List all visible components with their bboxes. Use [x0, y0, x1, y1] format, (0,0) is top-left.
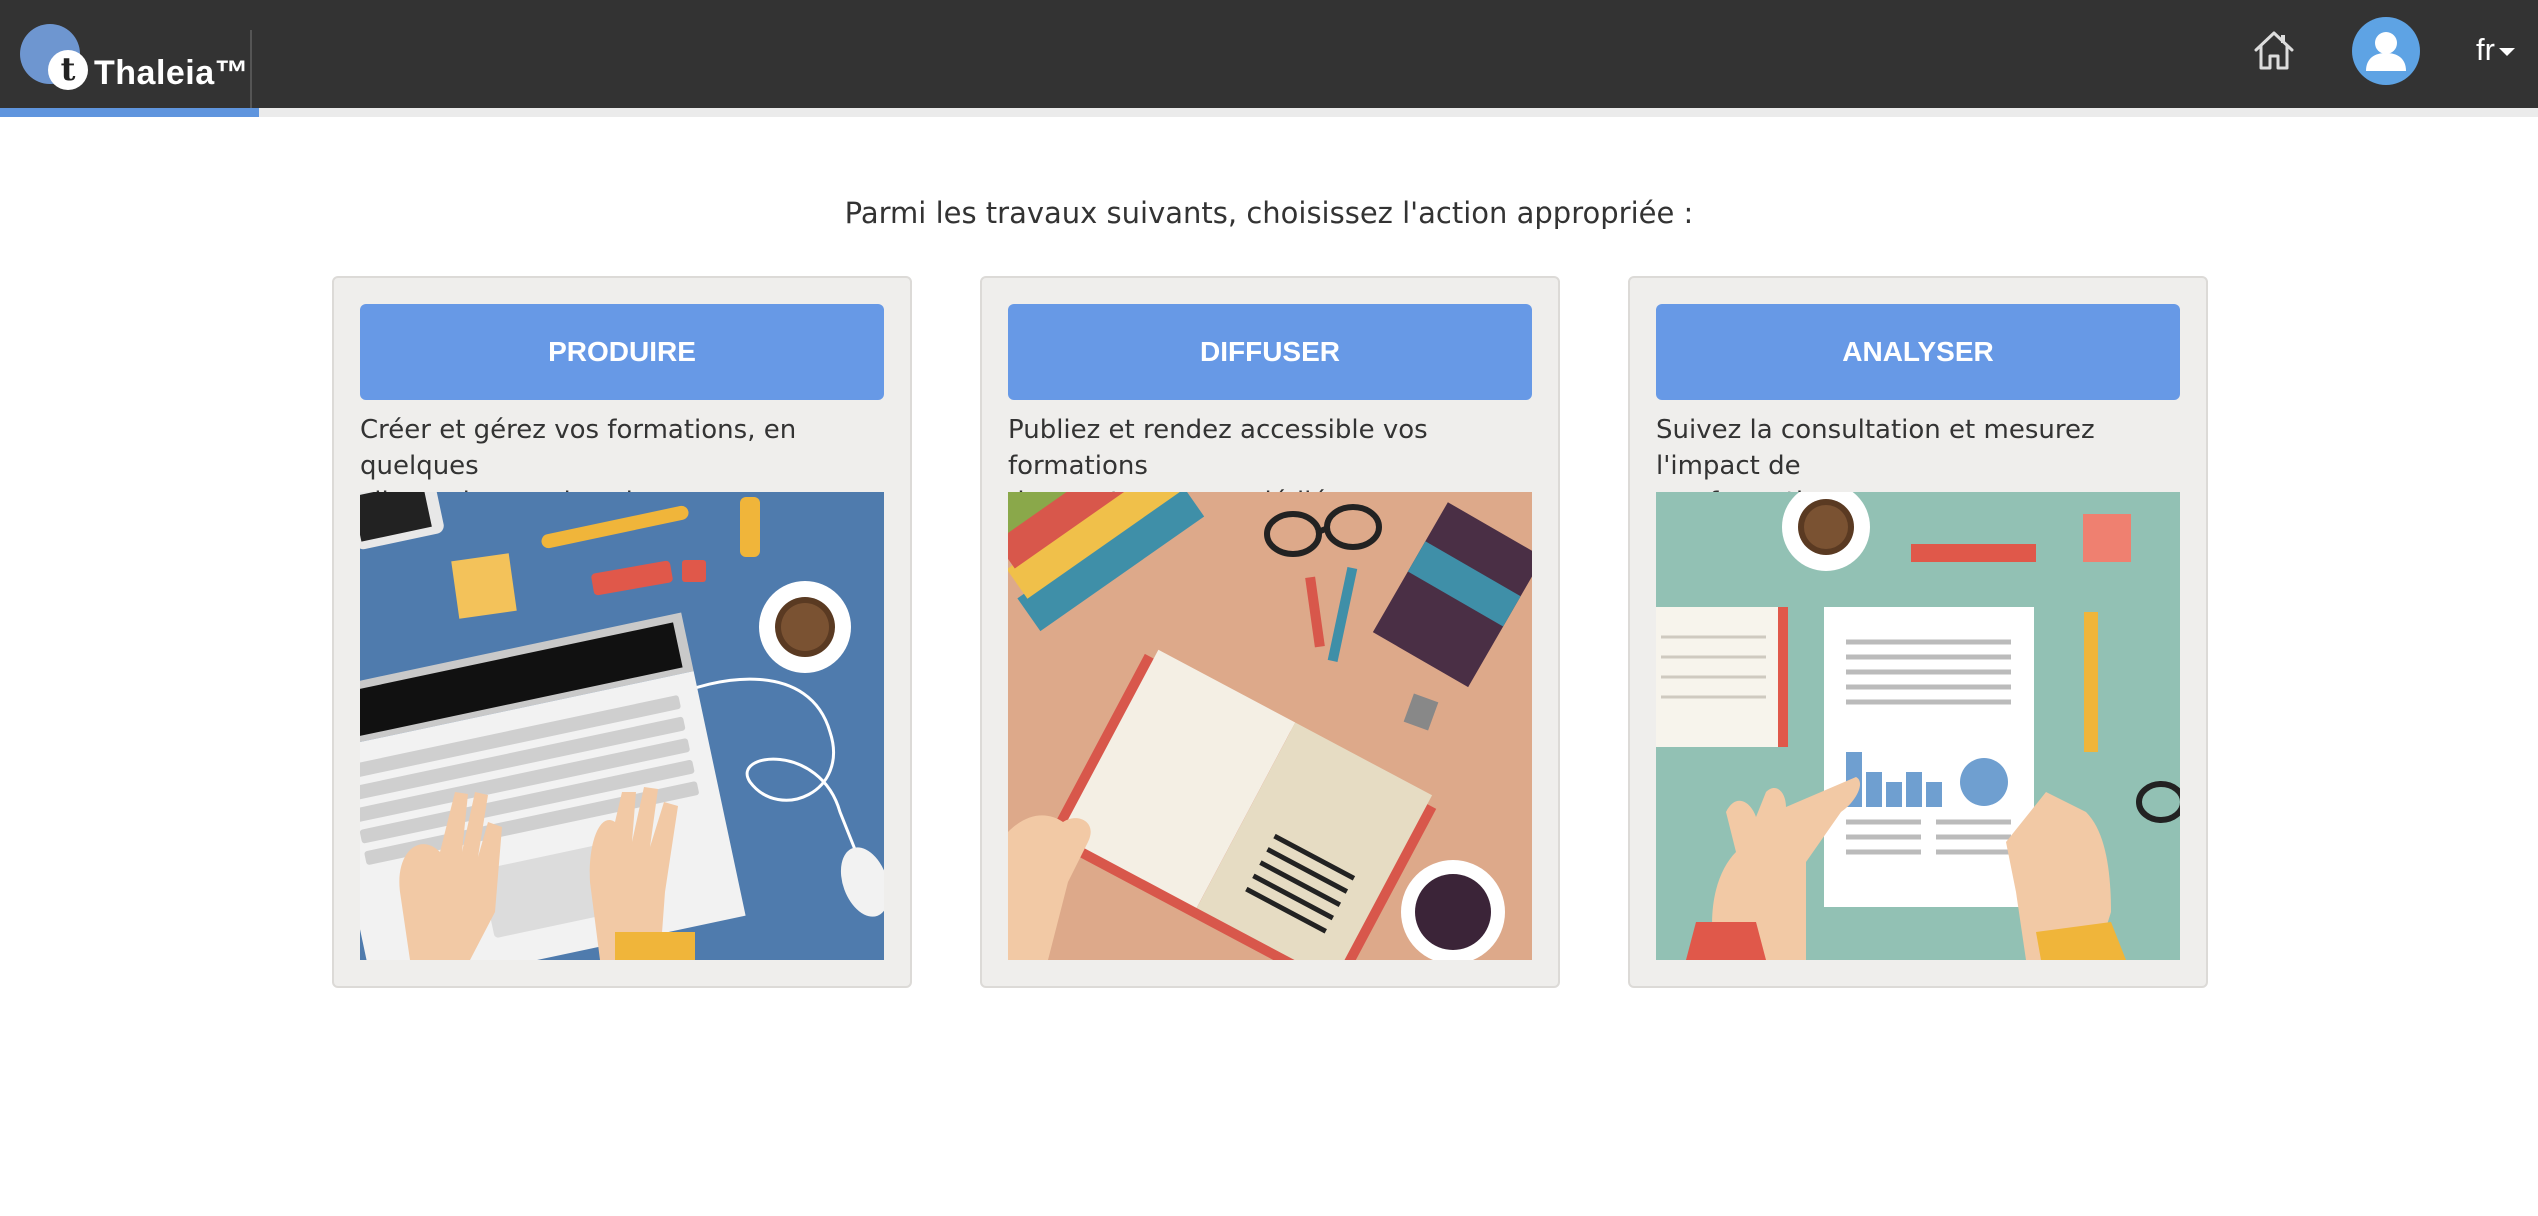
- card-analyser: ANALYSER Suivez la consultation et mesur…: [1628, 276, 2208, 988]
- home-icon: [2254, 31, 2294, 70]
- caret-down-icon: [2498, 47, 2515, 56]
- books-desk-illustration: [1008, 492, 1532, 960]
- laptop-desk-illustration: [360, 492, 884, 960]
- card-description-line: Publiez et rendez accessible vos formati…: [1008, 415, 1428, 481]
- page-prompt: Parmi les travaux suivants, choisissez l…: [844, 196, 1694, 230]
- top-navbar: t Thaleia™ fr: [0, 0, 2538, 108]
- progress-bar: [0, 108, 2538, 117]
- report-desk-illustration: [1656, 492, 2180, 960]
- home-button[interactable]: [2252, 28, 2296, 72]
- diffuser-button[interactable]: DIFFUSER: [1008, 304, 1532, 400]
- language-label: fr: [2476, 32, 2495, 67]
- logo-text: Thaleia™: [94, 54, 250, 92]
- user-avatar-button[interactable]: [2352, 17, 2420, 85]
- user-icon: [2366, 32, 2406, 71]
- progress-bar-fill: [0, 108, 259, 117]
- card-diffuser: DIFFUSER Publiez et rendez accessible vo…: [980, 276, 1560, 988]
- card-produire: PRODUIRE Créer et gérez vos formations, …: [332, 276, 912, 988]
- produire-button[interactable]: PRODUIRE: [360, 304, 884, 400]
- card-description-line: Créer et gérez vos formations, en quelqu…: [360, 415, 797, 481]
- logo-divider: [250, 30, 252, 108]
- logo-initial: t: [48, 50, 88, 90]
- language-selector[interactable]: fr: [2476, 32, 2515, 68]
- thaleia-logo[interactable]: t Thaleia™: [20, 24, 252, 104]
- analyser-button[interactable]: ANALYSER: [1656, 304, 2180, 400]
- card-description-line: Suivez la consultation et mesurez l'impa…: [1656, 415, 2095, 481]
